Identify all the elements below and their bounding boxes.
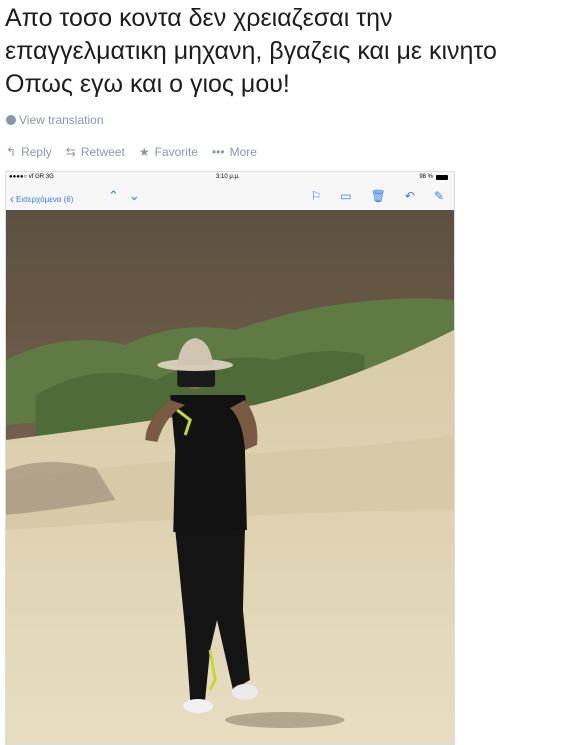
compose-icon[interactable]: ✎: [434, 189, 444, 203]
mail-nav-bar: ‹ Εισερχόμενα (6) ⌃⌄ ⚐ ▭ 🗑 ↶ ✎: [6, 184, 454, 211]
phone-status-bar: ●●●●○ vf GR 3G 3:10 μ.μ. 98 %: [6, 172, 454, 184]
more-button[interactable]: ••• More: [212, 145, 257, 159]
tweet-actions: ↰ Reply ⇆ Retweet ★ Favorite ••• More: [6, 145, 257, 159]
phone-time: 3:10 μ.μ.: [216, 174, 240, 180]
battery-status: 98 %: [419, 174, 448, 180]
tweet-line-2: επαγγελματικη μηχανη, βγαζεις και με κιν…: [5, 37, 497, 65]
back-to-inbox-button[interactable]: ‹ Εισερχόμενα (6): [10, 192, 73, 206]
trash-icon[interactable]: 🗑: [371, 189, 386, 203]
mail-toolbar: ⚐ ▭ 🗑 ↶ ✎: [311, 189, 444, 203]
back-label: Εισερχόμενα (6): [16, 194, 74, 204]
view-translation-link[interactable]: View translation: [6, 113, 104, 127]
chevron-up-icon[interactable]: ⌃: [108, 188, 129, 203]
globe-icon: [6, 115, 16, 125]
tweet-text: Απο τοσο κοντα δεν χρειαζεσαι την επαγγε…: [5, 2, 573, 101]
ellipsis-icon: •••: [211, 145, 225, 159]
flag-icon[interactable]: ⚐: [311, 189, 322, 203]
folder-icon[interactable]: ▭: [340, 189, 351, 203]
battery-percent: 98 %: [419, 174, 433, 180]
retweet-button[interactable]: ⇆ Retweet: [66, 145, 125, 159]
retweet-label: Retweet: [80, 145, 125, 159]
favorite-label: Favorite: [154, 145, 198, 159]
tweet-line-1: Απο τοσο κοντα δεν χρειαζεσαι την: [5, 4, 393, 32]
chevron-down-icon[interactable]: ⌄: [129, 188, 150, 203]
photo-man-with-camera: [6, 210, 454, 744]
message-navigation: ⌃⌄: [108, 188, 150, 204]
view-translation-label: View translation: [19, 113, 104, 127]
tweet-line-3: Οπως εγω και ο γιος μου!: [5, 70, 290, 98]
favorite-button[interactable]: ★ Favorite: [139, 145, 198, 159]
reply-all-icon[interactable]: ↶: [405, 189, 415, 203]
chevron-left-icon: ‹: [10, 192, 14, 206]
retweet-icon: ⇆: [65, 145, 76, 159]
embedded-screenshot[interactable]: ●●●●○ vf GR 3G 3:10 μ.μ. 98 % ‹ Εισερχόμ…: [5, 171, 455, 745]
star-icon: ★: [138, 145, 150, 159]
carrier-signal: ●●●●○ vf GR 3G: [9, 174, 54, 180]
reply-label: Reply: [21, 145, 52, 159]
more-label: More: [229, 145, 257, 159]
battery-icon: [436, 174, 448, 180]
reply-button[interactable]: ↰ Reply: [6, 145, 52, 159]
reply-icon: ↰: [6, 145, 17, 159]
